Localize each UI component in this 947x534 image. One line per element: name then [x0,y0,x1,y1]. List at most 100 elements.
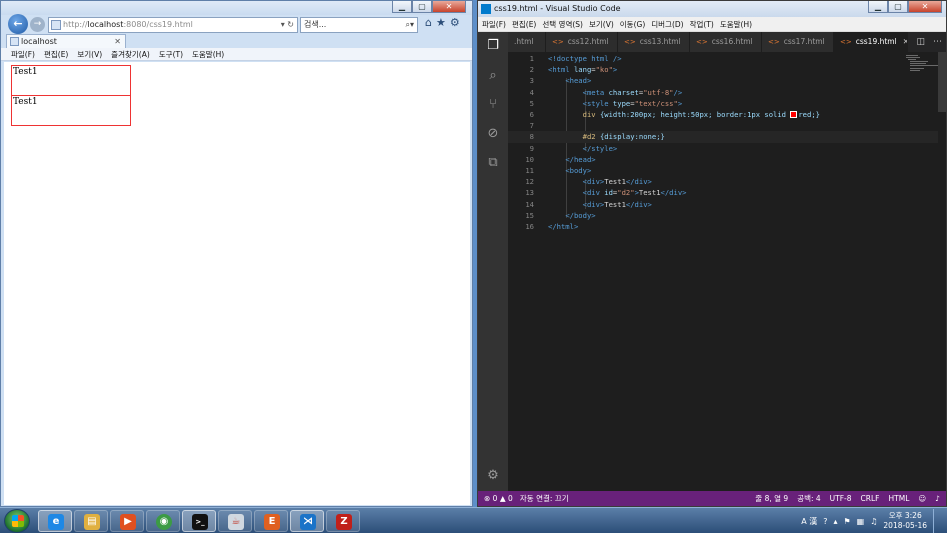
search-icon[interactable]: ⌕ [485,68,501,84]
tab-label: css13.html [639,37,681,46]
back-button[interactable]: ← [8,14,28,34]
menu-help[interactable]: 도움말(H) [720,17,752,31]
arrow-left-icon: ← [13,17,23,30]
forward-button[interactable]: → [30,17,45,32]
menu-favorites[interactable]: 즐겨찾기(A) [111,48,150,60]
taskbar-vscode[interactable]: ⋊ [290,510,324,532]
ie-menubar: 파일(F) 편집(E) 보기(V) 즐겨찾기(A) 도구(T) 도움말(H) [1,48,472,61]
ie-icon: e [48,514,64,530]
tray-expand-icon[interactable]: ▴ [833,517,837,526]
menu-view[interactable]: 보기(V) [589,17,614,31]
feedback-smiley-icon[interactable]: ☺ [918,491,926,506]
menu-debug[interactable]: 디버그(D) [651,17,683,31]
maximize-button[interactable]: ▢ [888,1,908,13]
address-prefix: http:// [63,20,88,29]
vscode-app-icon [481,4,491,14]
explorer-icon[interactable]: ❐ [485,38,501,54]
menu-tools[interactable]: 도구(T) [159,48,183,60]
clock-date: 2018-05-16 [883,521,927,530]
taskbar-java[interactable]: ☕ [218,510,252,532]
gear-icon[interactable]: ⚙ [450,16,460,29]
menu-go[interactable]: 이동(G) [620,17,645,31]
split-editor-icon[interactable]: ◫ [916,32,925,52]
extensions-icon[interactable]: ⧉ [485,155,501,171]
debug-icon[interactable]: ⊘ [485,126,501,142]
address-bar[interactable]: http://localhost:8080/css19.html ▾ ↻ [48,17,298,33]
minimize-button[interactable]: ▁ [868,1,888,13]
tab-css19[interactable]: <>css19.html ✕ [834,32,908,52]
search-placeholder: 검색... [304,20,327,29]
home-icon[interactable]: ⌂ [425,16,432,29]
search-input[interactable]: 검색... ⌕▾ [300,17,418,33]
taskbar-cmd[interactable]: >_ [182,510,216,532]
tab-localhost[interactable]: localhost ✕ [6,34,126,48]
source-control-icon[interactable]: ⑂ [485,97,501,113]
close-button[interactable]: ✕ [432,1,466,13]
volume-icon[interactable]: ♫ [870,517,877,526]
taskbar: e ▤ ▶ ◉ >_ ☕ E ⋊ Z A 漢 ? ▴ ⚑ ▦ ♫ 오후 3:26… [0,507,947,533]
minimap[interactable] [906,55,938,73]
tab-css12[interactable]: <> css12.html [546,32,618,52]
menu-edit[interactable]: 편집(E) [512,17,536,31]
close-button[interactable]: ✕ [908,1,942,13]
network-icon[interactable]: ▦ [857,517,865,526]
search-icon[interactable]: ⌕▾ [406,18,415,32]
cmd-icon: >_ [192,514,208,530]
flag-icon[interactable]: ⚑ [844,517,851,526]
encoding-status[interactable]: UTF-8 [830,491,852,506]
cursor-position[interactable]: 줄 8, 열 9 [755,491,788,506]
indentation-status[interactable]: 공백: 4 [797,491,820,506]
tab-label: css19.html [855,37,897,46]
test-div-2: Test1 [11,95,131,126]
taskbar-editplus[interactable]: E [254,510,288,532]
tab-css13[interactable]: <> css13.html [618,32,690,52]
editor-scrollbar[interactable] [938,52,946,112]
code-line-12: 12 <div>Test1</div> [525,177,652,187]
editor-actions: ◫ ⋯ [916,32,942,52]
start-button[interactable] [4,509,30,533]
tab-html[interactable]: .html [508,32,546,52]
menu-tasks[interactable]: 작업(T) [690,17,714,31]
code-line-15: 15 </body> [525,210,596,220]
tab-close-icon[interactable]: ✕ [903,37,907,46]
more-actions-icon[interactable]: ⋯ [933,32,942,52]
code-line-9: 9 </style> [529,143,618,153]
taskbar-chrome[interactable]: ◉ [146,510,180,532]
gear-icon[interactable]: ⚙ [485,468,501,484]
refresh-icon[interactable]: ↻ [287,20,294,29]
menu-view[interactable]: 보기(V) [77,48,102,60]
tab-css17[interactable]: <> css17.html [762,32,834,52]
tab-css16[interactable]: <> css16.html [690,32,762,52]
menu-help[interactable]: 도움말(H) [192,48,224,60]
menu-edit[interactable]: 편집(E) [44,48,68,60]
vscode-titlebar[interactable]: css19.html - Visual Studio Code ▁ ▢ ✕ [478,1,946,17]
tab-close-icon[interactable]: ✕ [114,35,121,48]
taskbar-media-player[interactable]: ▶ [110,510,144,532]
menu-file[interactable]: 파일(F) [11,48,35,60]
auto-connect-status[interactable]: 자동 연결: 끄기 [520,494,569,503]
language-mode[interactable]: HTML [889,491,910,506]
code-editor[interactable]: 1 <!doctype html /> 2 <html lang="ko"> 3 <… [508,52,946,491]
taskbar-explorer[interactable]: ▤ [74,510,108,532]
help-icon[interactable]: ? [823,517,827,526]
tab-label: css12.html [567,37,609,46]
eol-status[interactable]: CRLF [861,491,880,506]
ime-indicator[interactable]: A 漢 [801,516,817,527]
taskbar-ie[interactable]: e [38,510,72,532]
menu-file[interactable]: 파일(F) [482,17,506,31]
favorites-star-icon[interactable]: ★ [436,16,446,29]
code-line-16: 16 </html> [525,222,579,231]
menu-selection[interactable]: 선택 영역(S) [542,17,583,31]
problems-indicator[interactable]: ⊗ 0 ▲ 0 [484,494,513,503]
vscode-icon: ⋊ [300,514,316,530]
color-swatch-red[interactable] [790,111,798,118]
taskbar-filezilla[interactable]: Z [326,510,360,532]
address-controls: ▾ ↻ [281,18,294,32]
clock[interactable]: 오후 3:26 2018-05-16 [883,511,927,531]
bell-icon[interactable]: ♪ [935,491,940,506]
minimize-button[interactable]: ▁ [392,1,412,13]
maximize-button[interactable]: ▢ [412,1,432,13]
code-line-13: 13 <div id="d2">Test1</div> [525,188,687,198]
address-dropdown-icon[interactable]: ▾ [281,20,285,29]
show-desktop-button[interactable] [933,509,941,533]
